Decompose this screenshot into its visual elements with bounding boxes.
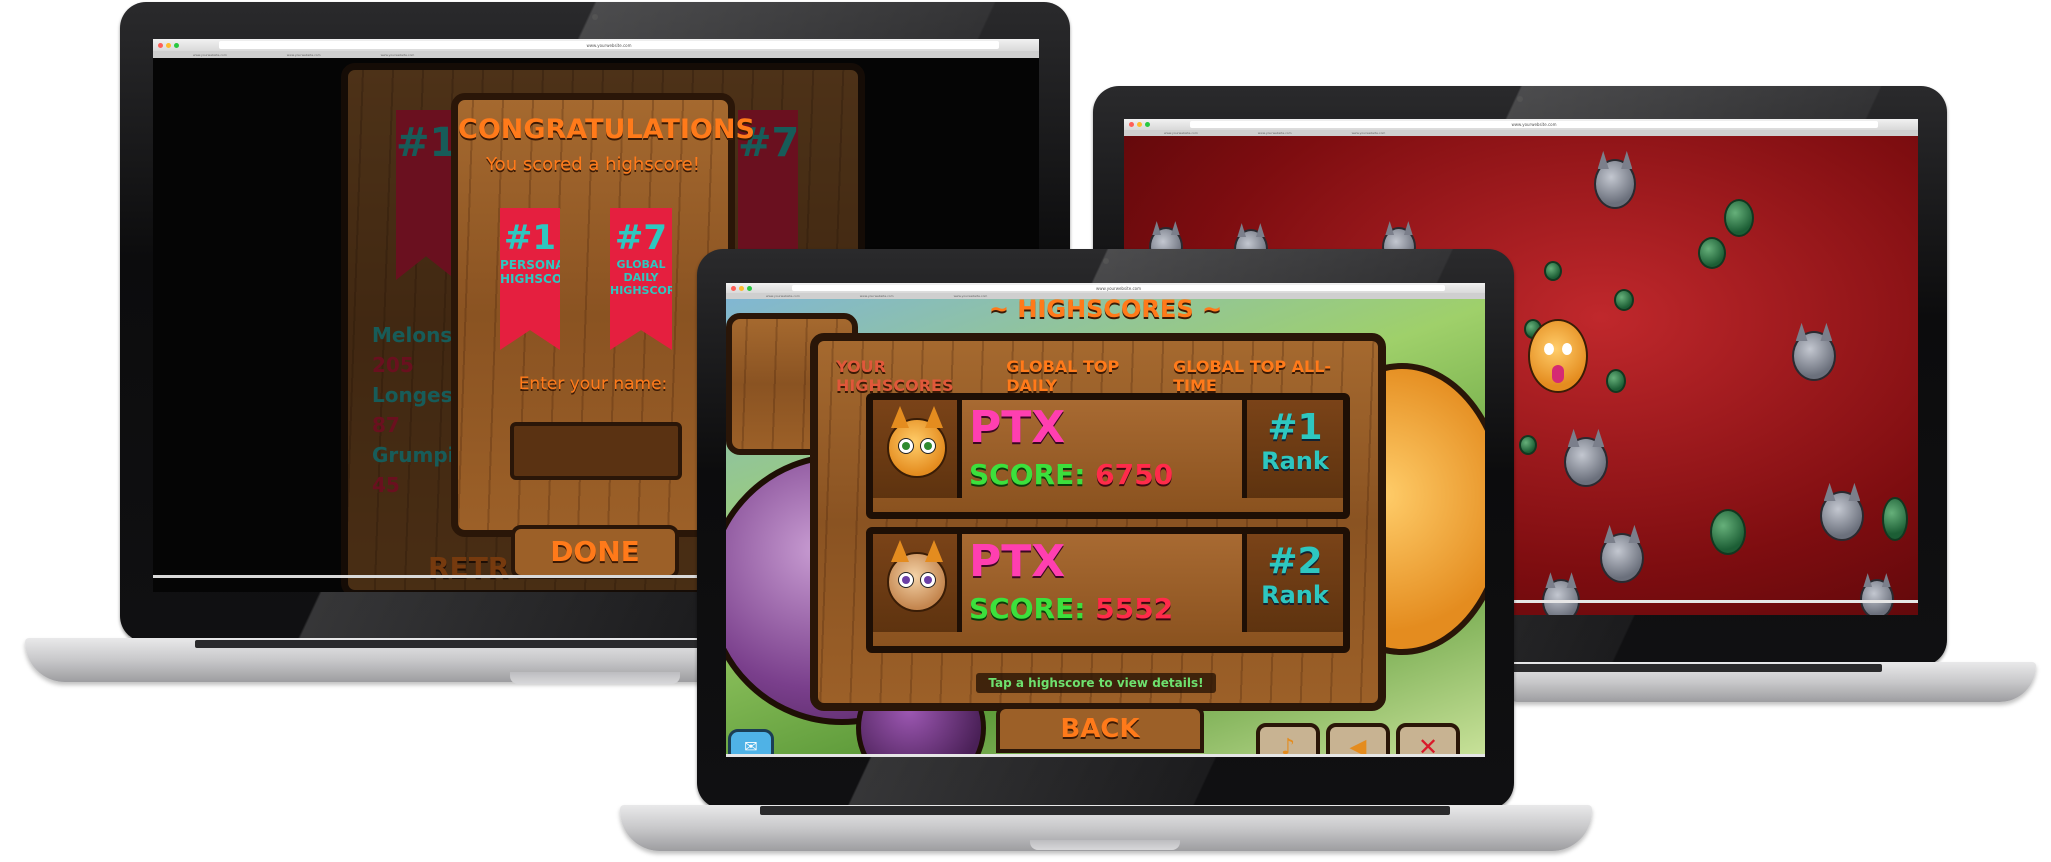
cat-avatar-icon bbox=[887, 418, 947, 478]
rank-label: Rank bbox=[1261, 581, 1329, 609]
score-line: SCORE: 6750 bbox=[969, 458, 1173, 491]
center-screen-bottom-line bbox=[726, 754, 1485, 757]
browser-tabs: www.yourwebsite.com www.yourwebsite.com … bbox=[153, 51, 1039, 58]
laptop-center-screen: www.yourwebsite.com www.yourwebsite.com … bbox=[726, 283, 1485, 757]
highscores-header: ~ HIGHSCORES ~ bbox=[988, 295, 1223, 323]
hint-text: Tap a highscore to view details! bbox=[976, 673, 1216, 693]
browser-tab[interactable]: www.yourwebsite.com bbox=[287, 53, 321, 57]
cat-avatar-icon bbox=[887, 552, 947, 612]
tab-global-top-daily[interactable]: GLOBAL TOP DAILY bbox=[1002, 351, 1169, 395]
avatar bbox=[873, 400, 962, 498]
popup-title: CONGRATULATIONS bbox=[458, 114, 755, 145]
url-bar[interactable]: www.yourwebsite.com bbox=[219, 41, 999, 49]
browser-tab[interactable]: www.yourwebsite.com bbox=[1352, 131, 1386, 135]
done-button[interactable]: DONE bbox=[511, 525, 679, 579]
name-prompt: Enter your name: bbox=[518, 374, 668, 394]
grumpy-cat-enemy bbox=[1542, 579, 1580, 615]
browser-tab[interactable]: www.yourwebsite.com bbox=[193, 53, 227, 57]
green-germ bbox=[1544, 261, 1562, 281]
rank-box: #2 Rank bbox=[1242, 534, 1343, 632]
music-toggle-button[interactable]: ♪ bbox=[1256, 723, 1320, 757]
share-icon: ✉ bbox=[744, 736, 758, 756]
congrats-popup: CONGRATULATIONS You scored a highscore! … bbox=[451, 93, 755, 537]
url-bar[interactable]: www.yourwebsite.com bbox=[792, 285, 1445, 291]
share-button[interactable]: ✉ bbox=[728, 729, 774, 757]
score-line: SCORE: 5552 bbox=[969, 592, 1173, 625]
green-germ bbox=[1614, 289, 1634, 311]
player-name: PTX bbox=[969, 536, 1066, 587]
bg-ribbon-personal: #1 bbox=[396, 110, 456, 280]
rank-box: #1 Rank bbox=[1242, 400, 1343, 498]
grumpy-cat-enemy bbox=[1564, 437, 1608, 487]
keyboard-edge bbox=[760, 806, 1450, 815]
score-value: 6750 bbox=[1095, 458, 1174, 491]
highscores-panel: YOUR HIGHSCORES GLOBAL TOP DAILY GLOBAL … bbox=[810, 333, 1386, 711]
ribbon-personal: #1 PERSONAL HIGHSCORE bbox=[500, 208, 560, 350]
browser-tab[interactable]: www.yourwebsite.com bbox=[1164, 131, 1198, 135]
green-germ bbox=[1698, 237, 1726, 269]
grumpy-cat-enemy bbox=[1600, 533, 1644, 583]
trackpad-notch bbox=[1030, 840, 1180, 850]
camera bbox=[1102, 258, 1109, 264]
player-name: PTX bbox=[969, 402, 1066, 453]
name-input[interactable] bbox=[510, 422, 682, 480]
rank-label: Rank bbox=[1261, 447, 1329, 475]
sound-toggle-button[interactable]: ◀ bbox=[1326, 723, 1390, 757]
trackpad-notch bbox=[510, 672, 680, 684]
grumpy-cat-enemy bbox=[1594, 159, 1636, 209]
keyboard-edge bbox=[1512, 664, 1882, 672]
green-germ bbox=[1724, 199, 1754, 237]
green-germ bbox=[1519, 435, 1537, 455]
hero-cat bbox=[1528, 319, 1588, 393]
rank-number: #1 bbox=[1267, 407, 1323, 448]
grumpy-cat-enemy bbox=[1792, 331, 1836, 381]
green-germ bbox=[1882, 497, 1908, 541]
green-germ bbox=[1710, 509, 1746, 555]
highscore-tabs: YOUR HIGHSCORES GLOBAL TOP DAILY GLOBAL … bbox=[832, 351, 1364, 395]
browser-tab[interactable]: www.yourwebsite.com bbox=[381, 53, 415, 57]
ribbon-global-daily: #7 GLOBAL DAILY HIGHSCORE bbox=[610, 208, 672, 350]
close-game-button[interactable]: ✕ bbox=[1396, 723, 1460, 757]
highscore-row[interactable]: PTX SCORE: 6750 #1 Rank bbox=[866, 393, 1350, 519]
camera bbox=[592, 14, 598, 20]
avatar bbox=[873, 534, 962, 632]
rank-number: #2 bbox=[1267, 541, 1323, 582]
popup-subtitle: You scored a highscore! bbox=[486, 154, 700, 175]
browser-tabs: www.yourwebsite.com www.yourwebsite.com … bbox=[1124, 130, 1918, 136]
highscore-row[interactable]: PTX SCORE: 5552 #2 Rank bbox=[866, 527, 1350, 653]
retry-button[interactable]: RETR bbox=[428, 551, 509, 584]
camera bbox=[1517, 96, 1523, 102]
green-germ bbox=[1606, 369, 1626, 393]
tab-global-top-all-time[interactable]: GLOBAL TOP ALL-TIME bbox=[1169, 351, 1364, 395]
grumpy-cat-enemy bbox=[1860, 579, 1894, 615]
url-bar[interactable]: www.yourwebsite.com bbox=[1190, 121, 1878, 128]
tab-your-highscores[interactable]: YOUR HIGHSCORES bbox=[832, 351, 1002, 395]
score-label: SCORE: bbox=[969, 592, 1086, 625]
score-label: SCORE: bbox=[969, 458, 1086, 491]
score-value: 5552 bbox=[1095, 592, 1174, 625]
back-button[interactable]: BACK bbox=[996, 705, 1204, 753]
browser-tab[interactable]: www.yourwebsite.com bbox=[1258, 131, 1292, 135]
grumpy-cat-enemy bbox=[1820, 491, 1864, 541]
